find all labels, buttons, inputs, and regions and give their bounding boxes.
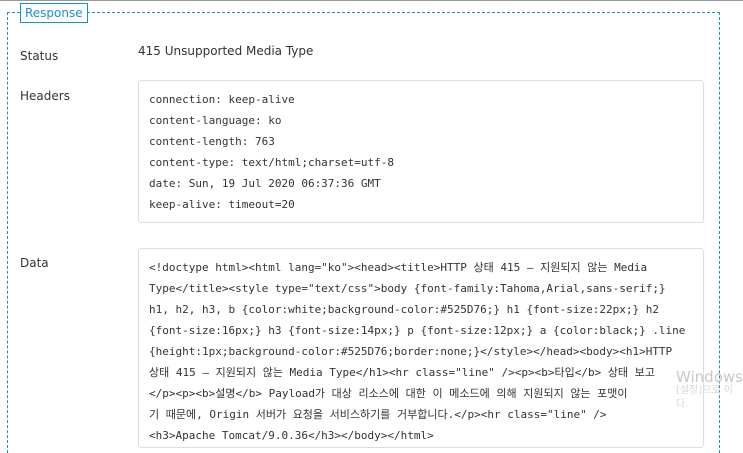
data-line: Type</title><style type="text/css">body … xyxy=(149,282,666,295)
data-line: {height:1px;background-color:#525D76;bor… xyxy=(149,345,673,358)
data-box[interactable]: <!doctype html><html lang="ko"><head><ti… xyxy=(138,248,704,448)
header-line: date: Sun, 19 Jul 2020 06:37:36 GMT xyxy=(149,177,381,190)
watermark-line2: 다. xyxy=(676,399,689,410)
watermark-line1: [설정]으로 이 xyxy=(676,385,733,396)
data-line: 상태 415 – 지원되지 않는 Media Type</h1><hr clas… xyxy=(149,366,655,379)
header-line: content-length: 763 xyxy=(149,135,275,148)
status-value: 415 Unsupported Media Type xyxy=(138,44,314,58)
data-label: Data xyxy=(20,256,49,270)
data-line: 기 때문에, Origin 서버가 요청을 서비스하기를 거부합니다.</p><… xyxy=(149,408,607,421)
data-line: <h3>Apache Tomcat/9.0.36</h3></body></ht… xyxy=(149,429,434,442)
top-divider xyxy=(0,0,743,1)
status-label: Status xyxy=(20,49,59,63)
headers-box[interactable]: connection: keep-alive content-language:… xyxy=(138,80,704,223)
data-line: <!doctype html><html lang="ko"><head><ti… xyxy=(149,261,648,274)
windows-activation-watermark: Windows [설정]으로 이 다. xyxy=(676,370,743,412)
data-line: </p><p><b>설명</b> Payload가 대상 리소스에 대한 이 메… xyxy=(149,387,628,400)
data-line: h1, h2, h3, b {color:white;background-co… xyxy=(149,303,659,316)
header-line: content-language: ko xyxy=(149,114,282,127)
response-legend: Response xyxy=(20,3,88,23)
headers-label: Headers xyxy=(20,89,70,103)
header-line: content-type: text/html;charset=utf-8 xyxy=(149,156,395,169)
data-line: {font-size:16px;} h3 {font-size:14px;} p… xyxy=(149,324,686,337)
header-line: keep-alive: timeout=20 xyxy=(149,198,295,211)
header-line: connection: keep-alive xyxy=(149,93,295,106)
